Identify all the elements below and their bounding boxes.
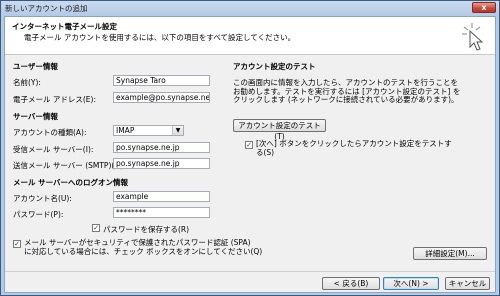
outgoing-server-label: 送信メール サーバー (SMTP)(O): [13, 161, 126, 170]
cancel-button[interactable]: キャンセル [445, 277, 490, 290]
email-input[interactable]: example@po.synapse.ne.jp [113, 92, 210, 103]
next-button[interactable]: 次へ(N) > [383, 277, 439, 290]
add-account-dialog: 新しいアカウントの追加 x インターネット電子メール設定 電子メール アカウント… [0, 0, 500, 296]
name-input[interactable]: Synapse Taro [113, 75, 210, 86]
remember-password-checkbox[interactable]: ✓ [92, 224, 100, 232]
spa-label: メール サーバーがセキュリティで保護されたパスワード認証 (SPA) に対応して… [24, 238, 263, 256]
spa-checkbox[interactable]: ✓ [13, 240, 21, 248]
chevron-down-icon: ▼ [172, 126, 183, 135]
spa-label-line2: に対応している場合には、チェック ボックスをオンにしてください(Q) [24, 246, 263, 256]
more-settings-button[interactable]: 詳細設定(M)... [413, 247, 487, 260]
footer-divider [5, 271, 495, 272]
title-bar: 新しいアカウントの追加 x [1, 1, 499, 15]
auto-test-checkbox[interactable]: ✓ [245, 141, 253, 149]
name-label: 名前(Y): [13, 78, 41, 87]
password-input[interactable]: ******** [113, 207, 210, 218]
header-panel: インターネット電子メール設定 電子メール アカウントを使用するには、以下の項目を… [5, 17, 495, 55]
incoming-server-label: 受信メール サーバー(I): [13, 145, 94, 154]
test-heading: アカウント設定のテスト [233, 62, 316, 71]
account-name-input[interactable]: example [113, 191, 210, 202]
login-info-heading: メール サーバーへのログオン情報 [13, 178, 129, 187]
auto-test-label: [次へ] ボタンをクリックしたらアカウント設定をテストす る(S) [256, 139, 452, 157]
auto-test-line1: [次へ] ボタンをクリックしたらアカウント設定をテストす [256, 139, 452, 148]
account-type-select[interactable]: IMAP ▼ [113, 125, 184, 136]
close-button[interactable]: x [472, 2, 496, 13]
account-type-value: IMAP [116, 126, 135, 135]
back-button[interactable]: < 戻る(B) [322, 277, 380, 290]
auto-test-line2: る(S) [256, 147, 275, 157]
test-description: この画面内に情報を入力したら、アカウントのテストを行うことを お勧めします。テス… [233, 78, 460, 105]
window-title: 新しいアカウントの追加 [5, 4, 88, 13]
account-type-label: アカウントの種類(A): [13, 128, 87, 137]
email-label: 電子メール アドレス(E): [13, 95, 97, 104]
test-account-button[interactable]: アカウント設定のテスト(T) [233, 119, 326, 141]
user-info-heading: ユーザー情報 [13, 62, 58, 71]
header-title: インターネット電子メール設定 [12, 22, 117, 31]
click-cursor-icon [462, 23, 484, 51]
server-info-heading: サーバー情報 [13, 112, 58, 121]
test-desc-line3: クリックします (ネットワークに接続されている必要があります)。 [233, 95, 459, 105]
account-name-label: アカウント名(U): [13, 194, 72, 203]
outgoing-server-input[interactable]: po.synapse.ne.jp [113, 158, 210, 169]
dialog-body: インターネット電子メール設定 電子メール アカウントを使用するには、以下の項目を… [4, 16, 496, 293]
header-description: 電子メール アカウントを使用するには、以下の項目をすべて設定してください。 [24, 33, 296, 42]
password-label: パスワード(P): [13, 210, 64, 219]
remember-password-label: パスワードを保存する(R) [103, 225, 190, 234]
incoming-server-input[interactable]: po.synapse.ne.jp [113, 142, 210, 153]
